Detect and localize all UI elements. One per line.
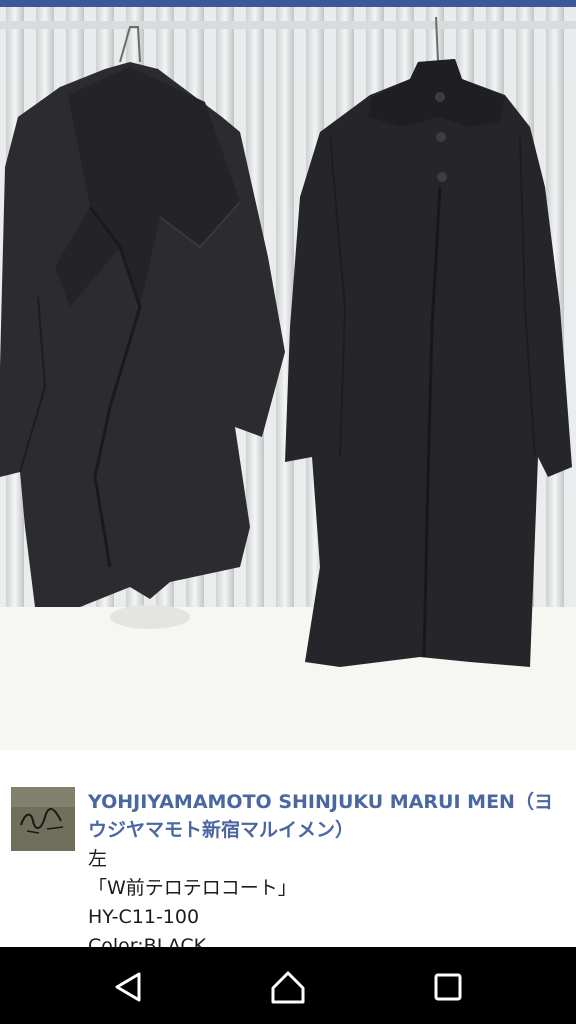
page-name-link[interactable]: YOHJIYAMAMOTO SHINJUKU MARUI MEN（ヨウジヤマモト… bbox=[88, 788, 558, 844]
post-body-text: 左 「W前テロテロコート」 HY-C11-100 Color:BLACK bbox=[88, 845, 558, 947]
post-card: YOHJIYAMAMOTO SHINJUKU MARUI MEN（ヨウジヤマモト… bbox=[0, 750, 576, 947]
android-navigation-bar bbox=[0, 947, 576, 1024]
back-triangle-icon[interactable] bbox=[106, 965, 150, 1009]
body-line: 左 bbox=[88, 848, 108, 870]
body-line: Color:BLACK bbox=[88, 935, 207, 947]
top-accent-bar bbox=[0, 0, 576, 7]
post-photo[interactable] bbox=[0, 7, 576, 750]
body-line: HY-C11-100 bbox=[88, 906, 200, 928]
home-icon[interactable] bbox=[266, 965, 310, 1009]
body-line: 「W前テロテロコート」 bbox=[88, 877, 297, 899]
brand-logo-avatar[interactable] bbox=[11, 787, 75, 851]
recents-square-icon[interactable] bbox=[426, 965, 470, 1009]
